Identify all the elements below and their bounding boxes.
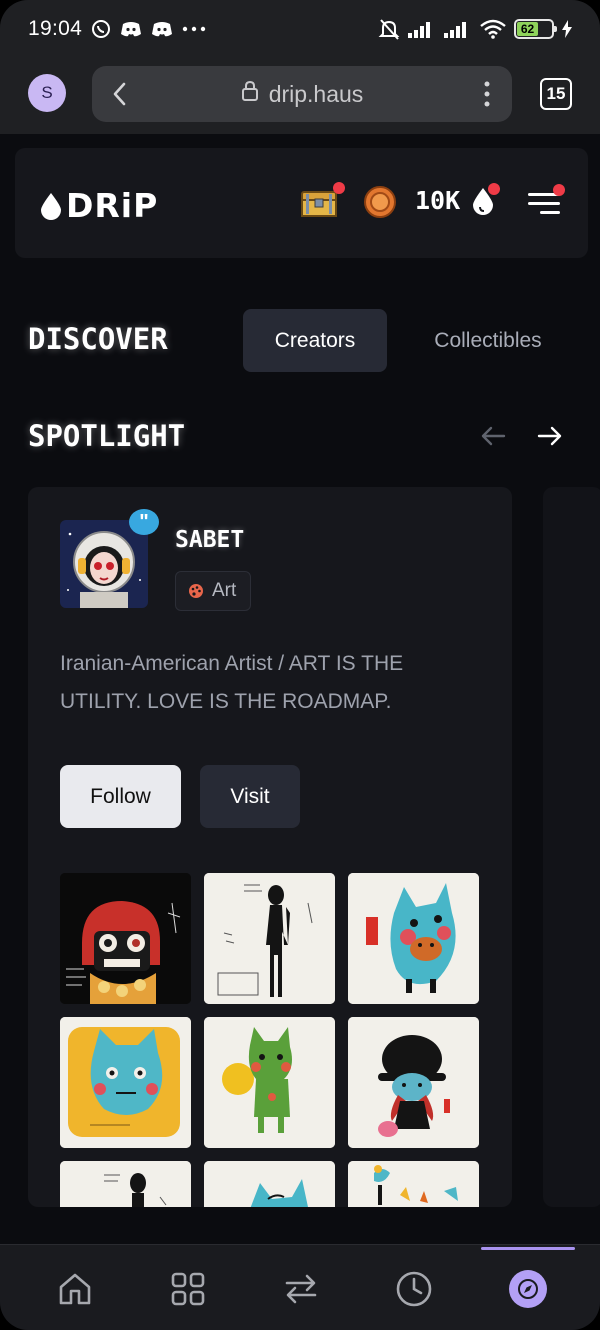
creator-avatar[interactable] bbox=[60, 520, 148, 608]
lock-icon bbox=[241, 80, 259, 108]
creator-name[interactable]: SABET bbox=[175, 527, 244, 553]
spotlight-title: SPOTLIGHT bbox=[28, 419, 186, 453]
more-notifications-icon bbox=[182, 26, 206, 32]
quote-icon: " bbox=[129, 509, 159, 535]
arrow-left-icon[interactable] bbox=[480, 424, 506, 453]
spotlight-card: " SABET Art Iranian-American Artist / AR… bbox=[28, 487, 512, 1207]
status-time: 19:04 bbox=[28, 17, 83, 40]
visit-button[interactable]: Visit bbox=[200, 765, 300, 828]
arrow-right-icon[interactable] bbox=[537, 424, 563, 453]
battery-level: 62 bbox=[517, 22, 539, 36]
phone-screen: 19:04 62 S drip.haus 15 DRiP 10K DISCOVE… bbox=[0, 0, 600, 1330]
category-label: Art bbox=[212, 580, 237, 601]
tab-switcher-button[interactable]: 15 bbox=[540, 78, 572, 110]
tab-collectibles[interactable]: Collectibles bbox=[410, 309, 566, 372]
coin-icon[interactable] bbox=[364, 186, 396, 223]
more-vert-icon[interactable] bbox=[484, 80, 490, 113]
artwork-thumbnail[interactable] bbox=[60, 873, 191, 1004]
artwork-thumbnail[interactable] bbox=[60, 1017, 191, 1148]
artwork-thumbnail[interactable] bbox=[348, 1017, 479, 1148]
discord-icon bbox=[151, 20, 173, 38]
palette-icon bbox=[189, 584, 203, 598]
drip-logo[interactable]: DRiP bbox=[40, 186, 158, 225]
drop-icon bbox=[41, 192, 61, 220]
artwork-thumbnail[interactable] bbox=[204, 873, 335, 1004]
droplet-icon bbox=[472, 183, 500, 220]
artwork-thumbnail[interactable] bbox=[348, 873, 479, 1004]
droplet-balance[interactable]: 10K bbox=[415, 186, 460, 215]
discover-title: DISCOVER bbox=[28, 322, 168, 356]
site-header: DRiP 10K bbox=[15, 148, 588, 258]
artwork-thumbnail[interactable] bbox=[348, 1161, 479, 1207]
artwork-thumbnail[interactable] bbox=[204, 1161, 335, 1207]
artwork-gallery bbox=[60, 873, 481, 1207]
creator-bio: Iranian-American Artist / ART IS THE UTI… bbox=[60, 652, 404, 713]
active-tab-indicator bbox=[481, 1247, 575, 1250]
history-icon[interactable] bbox=[392, 1267, 436, 1311]
artwork-thumbnail[interactable] bbox=[204, 1017, 335, 1148]
wifi-icon bbox=[480, 19, 506, 39]
grid-icon[interactable] bbox=[166, 1267, 210, 1311]
explore-compass-icon[interactable] bbox=[506, 1267, 550, 1311]
tab-creators[interactable]: Creators bbox=[243, 309, 387, 372]
url-text: drip.haus bbox=[268, 80, 364, 107]
next-spotlight-card[interactable] bbox=[543, 487, 600, 1207]
battery-icon: 62 bbox=[514, 19, 557, 39]
profile-avatar[interactable]: S bbox=[28, 74, 66, 112]
artwork-thumbnail[interactable] bbox=[60, 1161, 191, 1207]
category-tag[interactable]: Art bbox=[175, 571, 252, 611]
signal-icon bbox=[408, 20, 436, 38]
signal-icon bbox=[444, 20, 472, 38]
treasure-chest-icon[interactable] bbox=[300, 182, 345, 223]
discord-icon bbox=[120, 20, 142, 38]
home-icon[interactable] bbox=[53, 1267, 97, 1311]
charging-icon bbox=[562, 20, 572, 38]
menu-icon[interactable] bbox=[528, 184, 565, 221]
swap-icon[interactable] bbox=[279, 1267, 323, 1311]
whatsapp-icon bbox=[91, 19, 111, 39]
status-bar: 19:04 62 bbox=[0, 0, 600, 58]
follow-button[interactable]: Follow bbox=[60, 765, 181, 828]
mute-bell-icon bbox=[378, 18, 400, 40]
bottom-navigation bbox=[0, 1244, 600, 1330]
browser-toolbar: S drip.haus 15 bbox=[0, 58, 600, 134]
address-bar[interactable]: drip.haus bbox=[92, 66, 512, 122]
